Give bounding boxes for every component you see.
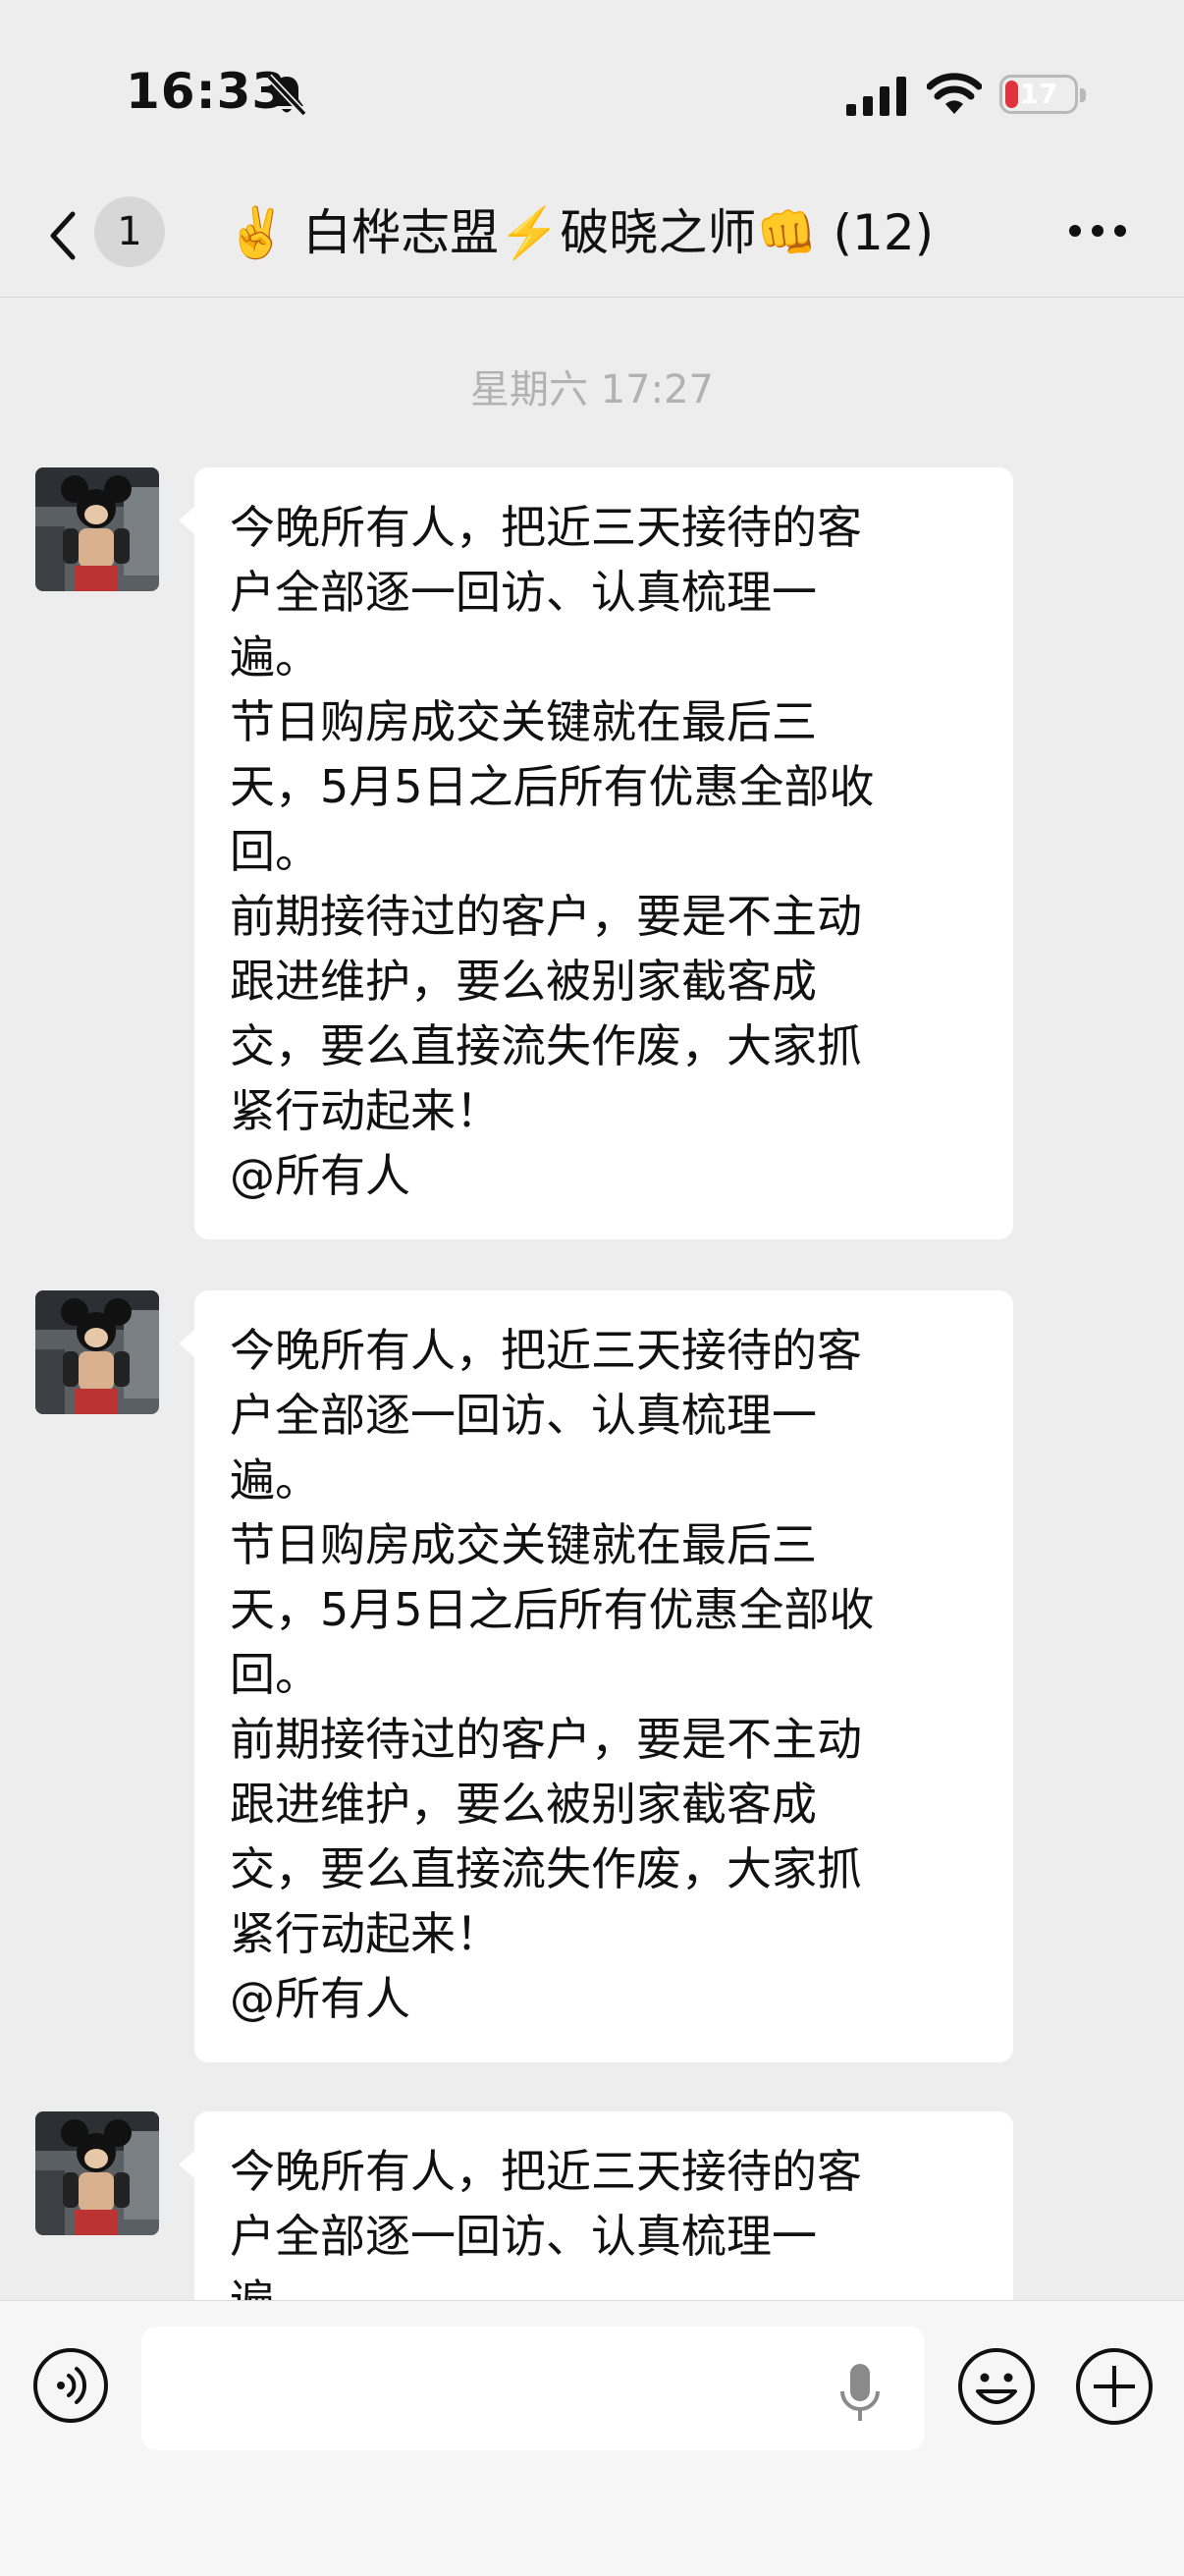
input-bar [0, 2300, 1184, 2576]
group-title[interactable]: ✌️ 白桦志盟⚡️破晓之师👊 (12) [226, 201, 972, 264]
message-bubble[interactable]: 今晚所有人，把近三天接待的客 户全部逐一回访、认真梳理一 遍。 节日购房成交关键… [179, 467, 1013, 1239]
signal-icon [846, 77, 906, 116]
avatar[interactable] [35, 1290, 159, 1414]
wifi-icon [927, 73, 982, 114]
back-chevron-icon[interactable] [43, 206, 82, 265]
status-bar: 16:33 17 [0, 0, 1184, 187]
avatar[interactable] [35, 467, 159, 591]
mic-icon[interactable] [834, 2360, 886, 2429]
battery-cap [1080, 88, 1086, 102]
avatar[interactable] [35, 2111, 159, 2235]
unread-count-badge[interactable]: 1 [94, 196, 165, 267]
battery-level: 17 [1019, 78, 1058, 110]
battery-icon: 17 [999, 75, 1078, 114]
status-time: 16:33 [126, 63, 288, 120]
more-icon[interactable] [1068, 224, 1127, 238]
voice-icon[interactable] [31, 2346, 110, 2425]
plus-icon[interactable] [1074, 2346, 1155, 2427]
message-input[interactable] [141, 2327, 925, 2450]
message-timestamp: 星期六 17:27 [470, 367, 714, 412]
bell-slash-icon [266, 74, 307, 117]
message-bubble[interactable]: 今晚所有人，把近三天接待的客 户全部逐一回访、认真梳理一 遍。 节日购房成交关键… [179, 1290, 1013, 2062]
emoji-icon[interactable] [956, 2346, 1037, 2427]
